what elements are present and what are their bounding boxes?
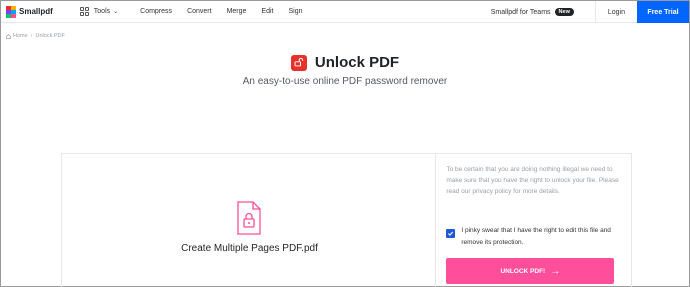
checkmark-icon	[448, 231, 454, 236]
nav-link-compress[interactable]: Compress	[140, 8, 172, 15]
nav-link-convert[interactable]: Convert	[187, 8, 212, 15]
arrow-right-icon: →	[550, 265, 561, 277]
tools-label: Tools	[93, 8, 111, 15]
legal-info-text: To be certain that you are doing nothing…	[446, 166, 619, 195]
header-right: Smallpdf for Teams New Login Free Trial	[491, 1, 689, 23]
breadcrumb-home[interactable]: Home	[13, 33, 28, 39]
page-title: Unlock PDF	[314, 54, 400, 71]
unlock-button-label: UNLOCK PDF!	[500, 267, 546, 275]
breadcrumb-current: Unlock PDF	[35, 33, 65, 39]
upload-panel: Create Multiple Pages PDF.pdf To be cert…	[61, 153, 632, 287]
breadcrumb-separator: ›	[30, 33, 33, 39]
nav-link-merge[interactable]: Merge	[227, 8, 247, 15]
logo[interactable]: Smallpdf	[6, 5, 53, 18]
page-title-row: Unlock PDF	[1, 54, 689, 71]
smallpdf-logo-icon	[6, 5, 16, 18]
consent-row: I pinky swear that I have the right to e…	[446, 225, 621, 249]
chevron-down-icon: ⌄	[113, 9, 119, 15]
locked-file-icon	[237, 201, 261, 235]
nav-link-edit[interactable]: Edit	[261, 8, 273, 15]
unlock-options: To be certain that you are doing nothing…	[436, 154, 631, 287]
teams-link[interactable]: Smallpdf for Teams New	[491, 8, 574, 16]
file-name: Create Multiple Pages PDF.pdf	[181, 243, 318, 254]
nav-link-sign[interactable]: Sign	[288, 8, 302, 15]
consent-checkbox[interactable]	[446, 229, 456, 238]
login-link[interactable]: Login	[608, 9, 625, 16]
tools-menu-button[interactable]: Tools ⌄	[79, 7, 119, 16]
new-badge: New	[554, 8, 574, 16]
grid-icon	[79, 7, 89, 16]
free-trial-button[interactable]: Free Trial	[637, 1, 689, 23]
divider	[594, 1, 596, 23]
brand-name: Smallpdf	[19, 7, 53, 16]
consent-label: I pinky swear that I have the right to e…	[461, 227, 611, 246]
unlock-icon	[290, 54, 307, 71]
breadcrumb: Home › Unlock PDF	[6, 33, 65, 39]
main-nav: Tools ⌄ Compress Convert Merge Edit Sign	[79, 7, 318, 16]
page-subtitle: An easy-to-use online PDF password remov…	[242, 76, 448, 87]
teams-label: Smallpdf for Teams	[490, 8, 551, 16]
file-preview: Create Multiple Pages PDF.pdf	[62, 154, 437, 287]
home-icon	[6, 33, 11, 39]
unlock-pdf-button[interactable]: UNLOCK PDF! →	[446, 258, 615, 284]
top-navigation-bar: Smallpdf Tools ⌄ Compress Convert Merge …	[1, 1, 689, 23]
